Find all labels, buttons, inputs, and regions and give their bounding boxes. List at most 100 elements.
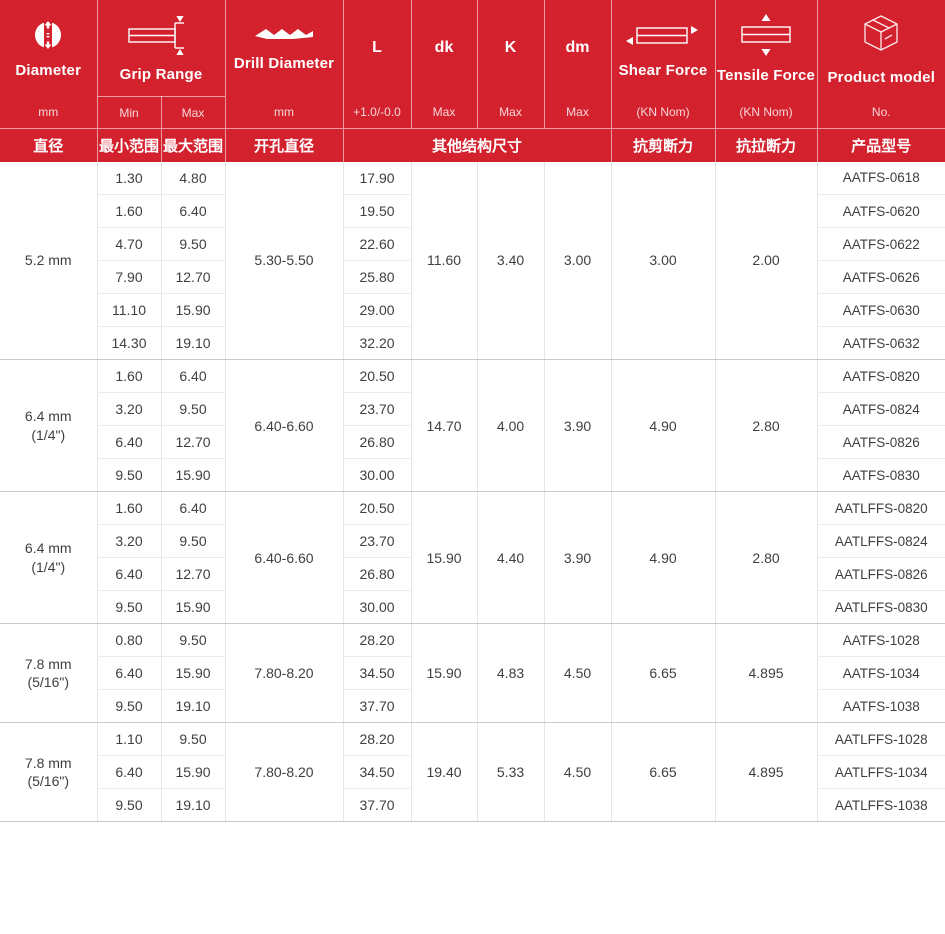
unit-label-grip-min: Min xyxy=(97,97,161,129)
grip-min-cell: 1.30 xyxy=(97,162,161,195)
length-cell: 30.00 xyxy=(343,459,411,492)
dk-cell: 11.60 xyxy=(411,162,477,360)
model-cell: AATFS-0632 xyxy=(817,327,945,360)
col-header-shear-force: Shear Force xyxy=(611,0,715,97)
diameter-value: 6.4 mm xyxy=(0,407,97,425)
length-cell: 22.60 xyxy=(343,228,411,261)
col-label: Tensile Force xyxy=(717,67,815,84)
unit-label-dm: Max xyxy=(544,97,611,129)
unit-label-tensile: (KN Nom) xyxy=(715,97,817,129)
grip-min-cell: 1.10 xyxy=(97,723,161,756)
col-header-l: L xyxy=(343,0,411,97)
diameter-cell: 7.8 mm(5/16") xyxy=(0,624,97,723)
unit-label-shear: (KN Nom) xyxy=(611,97,715,129)
unit-label-k: Max xyxy=(477,97,544,129)
dk-cell: 19.40 xyxy=(411,723,477,822)
grip-max-cell: 9.50 xyxy=(161,525,225,558)
cn-header-drill: 开孔直径 xyxy=(225,129,343,162)
k-cell: 4.40 xyxy=(477,492,544,624)
spec-group: 7.8 mm(5/16")0.809.507.80-8.2028.2015.90… xyxy=(0,624,945,723)
spec-group: 6.4 mm(1/4")1.606.406.40-6.6020.5014.704… xyxy=(0,360,945,492)
cn-header-diameter: 直径 xyxy=(0,129,97,162)
col-header-k: K xyxy=(477,0,544,97)
grip-max-cell: 12.70 xyxy=(161,426,225,459)
length-cell: 28.20 xyxy=(343,723,411,756)
unit-label-drill: mm xyxy=(225,97,343,129)
length-cell: 17.90 xyxy=(343,162,411,195)
tensile-cell: 4.895 xyxy=(715,723,817,822)
length-cell: 37.70 xyxy=(343,690,411,723)
length-cell: 26.80 xyxy=(343,558,411,591)
spec-row: 6.4 mm(1/4")1.606.406.40-6.6020.5014.704… xyxy=(0,360,945,393)
shear-cell: 3.00 xyxy=(611,162,715,360)
tensile-cell: 2.80 xyxy=(715,360,817,492)
model-cell: AATFS-0830 xyxy=(817,459,945,492)
dm-cell: 3.90 xyxy=(544,492,611,624)
grip-max-cell: 15.90 xyxy=(161,294,225,327)
k-cell: 5.33 xyxy=(477,723,544,822)
diameter-inch-value: (5/16") xyxy=(0,673,97,691)
diameter-value: 7.8 mm xyxy=(0,655,97,673)
grip-min-cell: 6.40 xyxy=(97,426,161,459)
grip-min-cell: 4.70 xyxy=(97,228,161,261)
length-cell: 20.50 xyxy=(343,492,411,525)
model-cell: AATLFFS-1028 xyxy=(817,723,945,756)
k-cell: 4.83 xyxy=(477,624,544,723)
grip-min-cell: 3.20 xyxy=(97,393,161,426)
spec-group: 7.8 mm(5/16")1.109.507.80-8.2028.2019.40… xyxy=(0,723,945,822)
grip-max-cell: 15.90 xyxy=(161,756,225,789)
shear-force-icon xyxy=(621,17,705,53)
col-header-dk: dk xyxy=(411,0,477,97)
grip-max-cell: 6.40 xyxy=(161,492,225,525)
unit-label-l: +1.0/-0.0 xyxy=(343,97,411,129)
shear-cell: 6.65 xyxy=(611,723,715,822)
unit-label-dk: Max xyxy=(411,97,477,129)
grip-max-cell: 19.10 xyxy=(161,327,225,360)
model-cell: AATFS-0618 xyxy=(817,162,945,195)
drill-cell: 7.80-8.20 xyxy=(225,723,343,822)
spec-row: 7.8 mm(5/16")1.109.507.80-8.2028.2019.40… xyxy=(0,723,945,756)
diameter-icon xyxy=(30,17,66,53)
drill-cell: 5.30-5.50 xyxy=(225,162,343,360)
length-cell: 19.50 xyxy=(343,195,411,228)
shear-cell: 4.90 xyxy=(611,360,715,492)
col-header-diameter: Diameter xyxy=(0,0,97,97)
product-box-icon xyxy=(855,10,907,60)
col-label: Product model xyxy=(827,69,935,86)
model-cell: AATLFFS-1038 xyxy=(817,789,945,822)
grip-range-icon xyxy=(126,13,196,57)
grip-min-cell: 14.30 xyxy=(97,327,161,360)
tensile-cell: 2.00 xyxy=(715,162,817,360)
model-cell: AATFS-0826 xyxy=(817,426,945,459)
col-header-dm: dm xyxy=(544,0,611,97)
tensile-cell: 4.895 xyxy=(715,624,817,723)
grip-min-cell: 1.60 xyxy=(97,360,161,393)
grip-min-cell: 6.40 xyxy=(97,657,161,690)
diameter-value: 7.8 mm xyxy=(0,754,97,772)
grip-max-cell: 15.90 xyxy=(161,657,225,690)
cn-header-tensile: 抗拉断力 xyxy=(715,129,817,162)
model-cell: AATFS-1028 xyxy=(817,624,945,657)
dm-cell: 4.50 xyxy=(544,624,611,723)
cn-header-grip-max: 最大范围 xyxy=(161,129,225,162)
tensile-force-icon xyxy=(726,12,806,58)
drill-cell: 6.40-6.60 xyxy=(225,360,343,492)
col-label: Diameter xyxy=(15,62,81,79)
grip-min-cell: 11.10 xyxy=(97,294,161,327)
length-cell: 32.20 xyxy=(343,327,411,360)
drill-cell: 6.40-6.60 xyxy=(225,492,343,624)
drill-bit-icon xyxy=(253,24,315,46)
spec-group: 6.4 mm(1/4")1.606.406.40-6.6020.5015.904… xyxy=(0,492,945,624)
model-cell: AATFS-1034 xyxy=(817,657,945,690)
col-label: dk xyxy=(435,39,454,57)
cn-header-other-dims: 其他结构尺寸 xyxy=(343,129,611,162)
grip-min-cell: 7.90 xyxy=(97,261,161,294)
length-cell: 28.20 xyxy=(343,624,411,657)
col-header-product-model: Product model xyxy=(817,0,945,97)
model-cell: AATFS-0824 xyxy=(817,393,945,426)
grip-min-cell: 6.40 xyxy=(97,558,161,591)
spec-group: 5.2 mm1.304.805.30-5.5017.9011.603.403.0… xyxy=(0,162,945,360)
length-cell: 20.50 xyxy=(343,360,411,393)
col-label: Drill Diameter xyxy=(234,55,334,72)
grip-min-cell: 9.50 xyxy=(97,459,161,492)
